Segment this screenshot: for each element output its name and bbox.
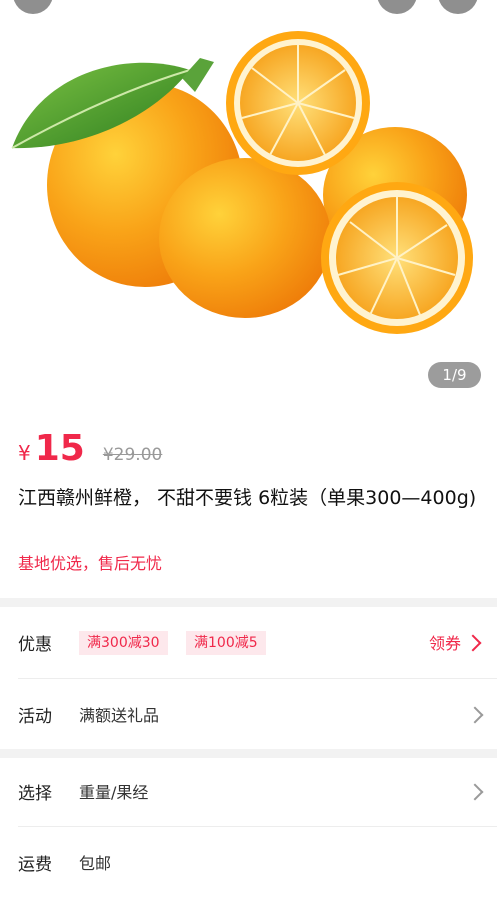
chevron-right-icon: [464, 634, 482, 652]
activity-label: 活动: [18, 706, 52, 727]
product-slogan: 基地优选，售后无忧: [18, 554, 163, 573]
product-image-gallery[interactable]: 1/9: [0, 0, 497, 400]
activity-row[interactable]: 活动 满额送礼品: [0, 679, 497, 749]
select-spec-row[interactable]: 选择 重量/果经: [0, 756, 497, 826]
select-value: 重量/果经: [79, 783, 149, 802]
section-divider: [0, 598, 497, 607]
promo-row[interactable]: 优惠 满300减30 满100减5 领券: [0, 607, 497, 677]
select-label: 选择: [18, 783, 52, 804]
price-row: ¥ 15 ¥29.00: [18, 428, 162, 472]
shipping-value: 包邮: [79, 854, 112, 873]
chevron-right-icon: [466, 706, 484, 724]
orange-fruit-image: [11, 31, 473, 334]
original-price: ¥29.00: [102, 445, 163, 465]
current-price: 15: [34, 428, 85, 469]
product-title: 江西赣州鲜橙， 不甜不要钱 6粒装（单果300—400g): [18, 487, 477, 509]
chevron-right-icon: [466, 783, 484, 801]
promo-label: 优惠: [18, 634, 52, 655]
image-counter: 1/9: [428, 362, 481, 388]
coupon-tag-2: 满100减5: [186, 631, 266, 655]
shipping-label: 运费: [18, 854, 52, 875]
coupon-tag-1: 满300减30: [79, 631, 168, 655]
get-coupon-link[interactable]: 领券: [429, 630, 461, 654]
currency-symbol: ¥: [18, 441, 31, 465]
shipping-row: 运费 包邮: [0, 827, 497, 897]
activity-value: 满额送礼品: [79, 706, 160, 725]
